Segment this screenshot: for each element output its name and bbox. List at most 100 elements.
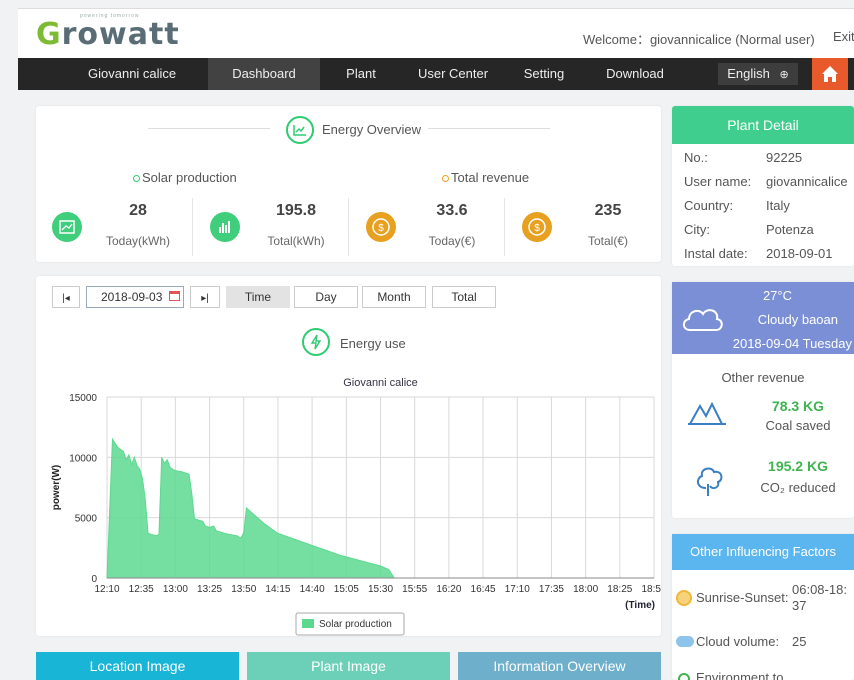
top-header: Growatt powering tomorrow Welcome：giovan…: [18, 8, 854, 58]
home-icon: [822, 66, 838, 82]
plant-detail-card: Plant Detail No.: 92225 User name: giovann…: [672, 106, 854, 266]
revenue-total-value: 235: [594, 202, 622, 219]
influencing-factors-title: Other Influencing Factors: [672, 534, 854, 570]
cloud-volume-label: Cloud volume:: [696, 634, 780, 649]
information-overview-button[interactable]: Information Overview: [458, 652, 661, 680]
sunrise-sunset-value: 06:08-18:37: [792, 582, 847, 613]
x-tick-label: 15:05: [334, 584, 359, 595]
revenue-today-unit: Today(€): [428, 234, 476, 248]
revenue-today-value: 33.6: [436, 202, 468, 219]
x-tick-label: 12:35: [129, 584, 154, 595]
home-button[interactable]: [812, 58, 848, 90]
energy-overview-card: Energy Overview Solar production Total r…: [36, 106, 661, 262]
nav-setting[interactable]: Setting: [504, 58, 584, 90]
other-revenue-title: Other revenue: [721, 370, 805, 385]
nav-download[interactable]: Download: [584, 58, 686, 90]
status-dot: [133, 175, 140, 182]
solar-total-unit: Total(kWh): [267, 234, 325, 248]
plant-detail-row: City: Potenza: [684, 222, 814, 237]
divider: [428, 128, 550, 129]
x-tick-label: 18:25: [607, 584, 632, 595]
growatt-logo[interactable]: Growatt: [36, 17, 180, 52]
x-tick-label: 17:35: [539, 584, 564, 595]
x-tick-label: 17:10: [505, 584, 530, 595]
plant-detail-row: Instal date: 2018-09-01: [684, 246, 833, 261]
sunrise-sunset-label: Sunrise-Sunset:: [696, 590, 789, 605]
coal-saved-label: Coal saved: [765, 418, 831, 433]
legend-swatch: [302, 619, 314, 628]
weather-card: 27°C Cloudy baoan 2018-09-04 Tuesday Oth…: [672, 282, 854, 518]
x-tick-label: 14:40: [300, 584, 325, 595]
x-tick-label: 13:25: [197, 584, 222, 595]
leaf-icon: [678, 673, 690, 680]
nav-plant[interactable]: Plant: [320, 58, 402, 90]
divider: [504, 198, 505, 256]
energy-chart-card: |◂ 2018-09-03 ▸| Time Day Month Total En…: [36, 276, 661, 636]
influencing-factors-card: Other Influencing Factors Sunrise-Sunset…: [672, 534, 854, 680]
x-tick-label: 18:50: [641, 584, 661, 595]
weather-date: 2018-09-04 Tuesday: [732, 336, 852, 351]
revenue-total-unit: Total(€): [587, 234, 628, 248]
legend-label: Solar production: [319, 619, 392, 630]
logo-tagline: powering tomorrow: [80, 13, 140, 19]
solar-production-heading: Solar production: [133, 170, 237, 185]
plant-detail-row: Country: Italy: [684, 198, 790, 213]
language-label: English: [727, 66, 770, 81]
plant-detail-row: No.: 92225: [684, 150, 803, 165]
x-tick-label: 13:50: [231, 584, 256, 595]
exit-link[interactable]: Exit: [833, 29, 854, 44]
co2-reduced-label: CO₂ reduced: [760, 480, 836, 495]
cloud-icon: [676, 636, 694, 647]
co2-reduced-value: 195.2 KG: [768, 458, 828, 474]
x-tick-label: 15:55: [402, 584, 427, 595]
y-tick-label: 5000: [75, 514, 98, 525]
bar-chart-icon: [210, 212, 240, 242]
globe-icon: ⊕: [779, 69, 789, 81]
y-tick-label: 15000: [69, 393, 97, 404]
nav-user-center[interactable]: User Center: [402, 58, 504, 90]
user-name: Giovanni calice: [88, 66, 177, 81]
series-area-solar-production: [106, 437, 396, 579]
plant-image-button[interactable]: Plant Image: [247, 652, 450, 680]
x-tick-label: 12:10: [94, 584, 119, 595]
solar-today-unit: Today(kWh): [105, 234, 170, 248]
main-nav: Giovanni calice ▼ Dashboard Plant User C…: [18, 58, 854, 90]
solar-total-value: 195.8: [275, 202, 317, 219]
coal-saved-value: 78.3 KG: [771, 398, 825, 414]
x-tick-label: 16:45: [471, 584, 496, 595]
coin-icon: $: [366, 212, 396, 242]
energy-overview-title: Energy Overview: [322, 122, 421, 137]
sun-icon: [676, 590, 692, 606]
divider: [148, 128, 270, 129]
x-tick-label: 14:15: [265, 584, 290, 595]
plant-detail-row: User name: giovannicalice: [684, 174, 848, 189]
chart-title: Giovanni calice: [343, 377, 418, 389]
welcome-text: Welcome：giovannicalice (Normal user): [583, 32, 815, 47]
power-chart: Giovanni calice15000100005000012:10 12:35…: [51, 377, 661, 636]
user-dropdown[interactable]: Giovanni calice ▼: [36, 58, 222, 90]
x-tick-label: 16:20: [436, 584, 461, 595]
x-tick-label: 15:30: [368, 584, 393, 595]
cloud-volume-value: 25: [792, 634, 807, 649]
weather-header: 27°C Cloudy baoan 2018-09-04 Tuesday: [672, 282, 854, 354]
x-tick-label: 18:00: [573, 584, 598, 595]
total-revenue-heading: Total revenue: [442, 170, 529, 185]
plant-detail-title: Plant Detail: [672, 106, 854, 144]
location-image-button[interactable]: Location Image: [36, 652, 239, 680]
mountain-icon: [688, 401, 726, 425]
coin-icon: $: [522, 212, 552, 242]
divider: [348, 198, 349, 256]
chart-line-icon: [286, 116, 314, 144]
solar-panel-icon: [52, 212, 82, 242]
environment-label: Environment to: [696, 670, 784, 680]
svg-text:$: $: [378, 223, 384, 234]
status-dot: [442, 175, 449, 182]
y-tick-label: 10000: [69, 453, 97, 464]
temperature: 27°C: [762, 288, 792, 303]
divider: [192, 198, 193, 256]
solar-today-value: 28: [129, 202, 147, 219]
x-axis-label: (Time): [625, 600, 655, 611]
tree-co2-icon: [696, 467, 723, 496]
nav-dashboard[interactable]: Dashboard: [208, 58, 320, 90]
language-selector[interactable]: English ⊕: [718, 63, 798, 85]
